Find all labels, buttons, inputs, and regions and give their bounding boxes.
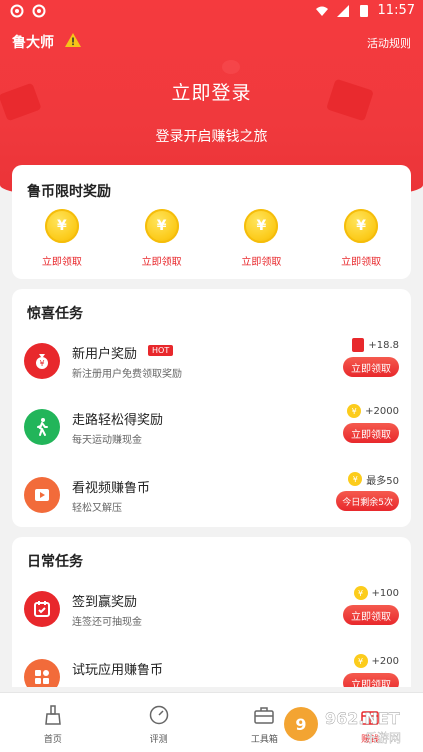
- watermark-subtitle: 乐游网: [365, 731, 401, 745]
- daily-tasks-card: 日常任务 签到赢奖励 连签还可抽现金 ¥ +100 立即领取 试玩应用赚鲁币 ¥…: [12, 537, 411, 687]
- reward-amount: +18.8: [337, 337, 399, 353]
- video-play-icon: [24, 477, 60, 513]
- claim-button[interactable]: 立即领取: [343, 357, 399, 377]
- yen-coin-icon: ¥: [44, 209, 79, 243]
- claim-button[interactable]: 立即领取: [343, 423, 399, 443]
- claim-label: 立即领取: [241, 257, 282, 268]
- task-name: 试玩应用赚鲁币: [72, 663, 164, 678]
- svg-text:¥: ¥: [39, 359, 44, 368]
- app-name: 鲁大师: [12, 35, 54, 51]
- status-bar: 11:57: [0, 0, 423, 24]
- reward-value: +100: [371, 587, 399, 599]
- card-title: 鲁币限时奖励: [27, 184, 111, 200]
- task-desc: 每天运动赚现金: [72, 435, 142, 446]
- coins-row: ¥ 立即领取 ¥ 立即领取 ¥ 立即领取 ¥ 立即领取: [12, 209, 411, 268]
- watermark-mark: 9: [295, 715, 306, 734]
- login-subtitle: 登录开启赚钱之旅: [155, 129, 268, 145]
- gauge-icon: [149, 705, 168, 725]
- remaining-count-button[interactable]: 今日剩余5次: [336, 491, 399, 511]
- site-watermark: 9 962.NET 乐游网: [284, 707, 401, 745]
- claim-button[interactable]: 立即领取: [343, 605, 399, 625]
- activity-rules-link[interactable]: 活动规则: [367, 35, 411, 51]
- wifi-icon: [315, 6, 328, 16]
- reward-value: 最多50: [366, 475, 399, 487]
- hot-badge: HOT: [148, 345, 174, 356]
- yen-coin-icon: ¥: [348, 472, 363, 486]
- toolbox-icon: [254, 707, 275, 724]
- task-desc: 轻松又解压: [72, 503, 122, 514]
- card-title: 日常任务: [27, 554, 83, 570]
- claim-label: 立即领取: [41, 257, 82, 268]
- task-row: ¥ 新用户奖励 HOT 新注册用户免费领取奖励 +18.8 立即领取: [12, 335, 411, 391]
- red-envelope-icon: [352, 338, 365, 352]
- walking-person-icon: [24, 409, 60, 445]
- login-button[interactable]: 立即登录: [0, 78, 423, 105]
- broom-icon: [45, 705, 61, 725]
- reward-coin-item[interactable]: ¥ 立即领取: [212, 209, 312, 268]
- task-name: 走路轻松得奖励: [72, 413, 164, 428]
- calendar-check-icon: [24, 591, 60, 627]
- claim-label: 立即领取: [141, 257, 182, 268]
- nav-home[interactable]: 首页: [0, 693, 106, 752]
- claim-label: 立即领取: [341, 257, 382, 268]
- task-row: 走路轻松得奖励 每天运动赚现金 ¥ +2000 立即领取: [12, 401, 411, 457]
- apps-grid-icon: [24, 659, 60, 687]
- task-desc: 新注册用户免费领取奖励: [72, 369, 182, 380]
- yen-coin-icon: ¥: [344, 209, 379, 243]
- task-name: 签到赢奖励: [72, 595, 138, 610]
- nav-benchmark[interactable]: 评测: [106, 693, 212, 752]
- app-notification-icon: [32, 4, 46, 18]
- nav-label: 工具箱: [250, 735, 278, 745]
- watermark-brand: 962.NET: [325, 709, 400, 728]
- claim-button[interactable]: 立即领取: [343, 673, 399, 687]
- reward-value: +18.8: [368, 339, 399, 351]
- yen-coin-icon: ¥: [353, 654, 368, 668]
- reward-amount: ¥ 最多50: [337, 471, 399, 487]
- yen-coin-icon: ¥: [353, 586, 368, 600]
- signal-icon: [336, 4, 349, 17]
- yen-coin-icon: ¥: [244, 209, 279, 243]
- reward-amount: ¥ +200: [337, 653, 399, 669]
- task-desc: 连签还可抽现金: [72, 617, 142, 628]
- top-bar: 鲁大师 活动规则: [0, 30, 423, 54]
- reward-coin-item[interactable]: ¥ 立即领取: [112, 209, 212, 268]
- battery-icon: [359, 4, 368, 17]
- reward-coin-item[interactable]: ¥ 立即领取: [12, 209, 112, 268]
- money-bag-icon: ¥: [24, 343, 60, 379]
- yen-coin-icon: ¥: [347, 404, 362, 418]
- reward-amount: ¥ +100: [337, 585, 399, 601]
- nav-label: 首页: [43, 735, 62, 745]
- decor-envelope-top: [222, 60, 240, 74]
- task-row: 试玩应用赚鲁币 ¥ +200 立即领取: [12, 651, 411, 687]
- reward-value: +200: [371, 655, 399, 667]
- reward-amount: ¥ +2000: [337, 403, 399, 419]
- nav-label: 评测: [149, 735, 168, 745]
- yen-coin-icon: ¥: [144, 209, 179, 243]
- card-title: 惊喜任务: [27, 306, 83, 322]
- app-notification-icon: [10, 4, 24, 18]
- task-row: 签到赢奖励 连签还可抽现金 ¥ +100 立即领取: [12, 583, 411, 639]
- surprise-tasks-card: 惊喜任务 ¥ 新用户奖励 HOT 新注册用户免费领取奖励 +18.8 立即领取 …: [12, 289, 411, 527]
- status-time: 11:57: [377, 3, 415, 18]
- task-name: 新用户奖励: [72, 347, 138, 362]
- reward-coin-item[interactable]: ¥ 立即领取: [311, 209, 411, 268]
- warning-icon[interactable]: [64, 32, 82, 48]
- task-row: 看视频赚鲁币 轻松又解压 ¥ 最多50 今日剩余5次: [12, 469, 411, 525]
- reward-value: +2000: [365, 405, 399, 417]
- limited-rewards-card: 鲁币限时奖励 ¥ 立即领取 ¥ 立即领取 ¥ 立即领取 ¥ 立即领取: [12, 165, 411, 279]
- task-name: 看视频赚鲁币: [72, 481, 151, 496]
